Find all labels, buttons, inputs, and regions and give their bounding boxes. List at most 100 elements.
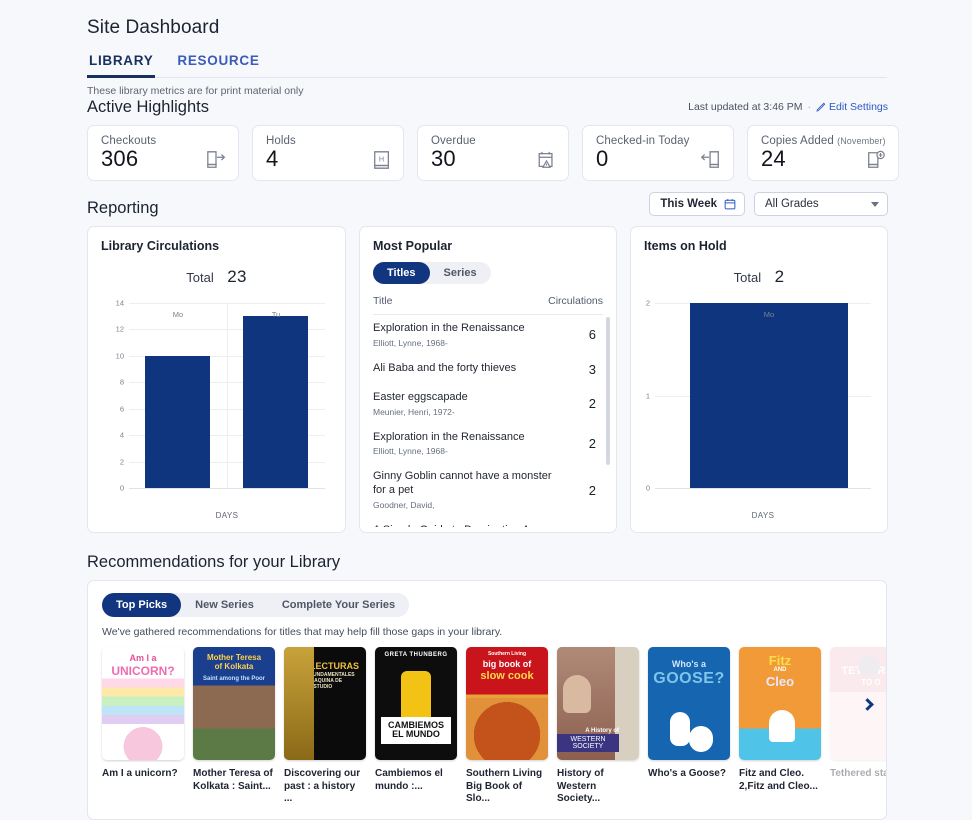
book-cover: Southern Living big book of slow cook xyxy=(466,647,548,760)
pencil-icon xyxy=(816,102,826,112)
recommendations-subtitle: We've gathered recommendations for title… xyxy=(102,626,503,638)
list-item-title: Exploration in the Renaissance xyxy=(373,322,525,335)
edit-settings-button[interactable]: Edit Settings xyxy=(816,101,888,113)
separator-dot: · xyxy=(807,101,812,113)
book-checkout-icon xyxy=(205,150,227,170)
list-item[interactable]: Easter eggscapade Meunier, Henri, 1972- … xyxy=(373,384,610,424)
book-card[interactable]: Southern Living big book of slow cook So… xyxy=(466,647,548,806)
book-title: Mother Teresa of Kolkata : Saint... xyxy=(193,768,273,792)
bar-tu xyxy=(243,316,308,488)
list-item-title: Exploration in the Renaissance xyxy=(373,430,525,443)
list-item-author: Meunier, Henri, 1972- xyxy=(373,406,455,417)
book-card[interactable]: LECTURAS FUNDAMENTALES MAQUINA DE ESTUDIO… xyxy=(284,647,366,806)
column-header-circulations: Circulations xyxy=(548,295,603,308)
stat-card-checked-in-today[interactable]: Checked-in Today 0 xyxy=(582,125,734,181)
book-title: Southern Living Big Book of Slo... xyxy=(466,768,543,804)
column-header-title: Title xyxy=(373,295,393,308)
list-item[interactable]: Ginny Goblin cannot have a monster for a… xyxy=(373,463,610,517)
stat-card-holds[interactable]: Holds 4 H xyxy=(252,125,404,181)
metrics-note: These library metrics are for print mate… xyxy=(87,85,304,97)
last-updated-text: Last updated at 3:46 PM xyxy=(688,101,803,113)
list-item-circulations: 2 xyxy=(588,482,596,498)
last-updated-row: Last updated at 3:46 PM · Edit Settings xyxy=(688,101,888,113)
circulations-total-value: 23 xyxy=(227,267,247,286)
bar-mo-hold xyxy=(690,303,848,488)
tab-library[interactable]: LIBRARY xyxy=(87,51,156,78)
card-title-most-popular: Most Popular xyxy=(373,239,453,253)
list-item[interactable]: Ali Baba and the forty thieves 3 xyxy=(373,355,610,384)
most-popular-tabs: Titles Series xyxy=(373,262,491,285)
book-title: Cambiemos el mundo :... xyxy=(375,768,443,792)
holds-total: Total 2 xyxy=(631,267,887,287)
xtick-tu: Tu xyxy=(271,310,281,319)
xtick-mo-hold: Mo xyxy=(763,310,775,319)
holds-total-value: 2 xyxy=(774,267,785,286)
chevron-down-icon xyxy=(871,201,879,207)
book-card[interactable]: Mother Teresa of Kolkata Saint among the … xyxy=(193,647,275,806)
most-popular-list[interactable]: Exploration in the Renaissance Elliott, … xyxy=(373,315,610,527)
grade-filter-select[interactable]: All Grades xyxy=(754,192,888,216)
book-add-icon xyxy=(865,150,887,170)
book-title: Tethered stars xyxy=(830,768,886,779)
list-item-author: Elliott, Lynne, 1968- xyxy=(373,337,448,348)
tab-complete-your-series[interactable]: Complete Your Series xyxy=(268,593,409,617)
list-item[interactable]: Exploration in the Renaissance Elliott, … xyxy=(373,424,610,464)
stat-card-copies-added[interactable]: Copies Added (November) 24 xyxy=(747,125,899,181)
book-card[interactable]: GRETA THUNBERG CAMBIEMOS EL MUNDO Cambiem… xyxy=(375,647,457,806)
list-item-circulations: 2 xyxy=(588,396,596,412)
list-item-title: Ginny Goblin cannot have a monster for a… xyxy=(373,470,552,497)
list-item[interactable]: A Simple Guide to Dominating Angry Birds… xyxy=(373,517,610,527)
list-item-author: Elliott, Lynne, 1968- xyxy=(373,446,448,457)
tab-new-series[interactable]: New Series xyxy=(181,593,268,617)
list-item-title: Easter eggscapade xyxy=(373,390,468,403)
card-title-library-circulations: Library Circulations xyxy=(101,239,220,253)
period-filter-button[interactable]: This Week xyxy=(649,192,745,216)
tab-resource[interactable]: RESOURCE xyxy=(175,51,261,78)
book-card[interactable]: A History of WESTERN SOCIETY History of … xyxy=(557,647,639,806)
list-scrollbar[interactable] xyxy=(606,317,610,466)
book-checkin-icon xyxy=(700,150,722,170)
bar-mo xyxy=(145,355,210,488)
recommendations-card: Top Picks New Series Complete Your Serie… xyxy=(87,580,887,820)
stat-card-checkouts[interactable]: Checkouts 306 xyxy=(87,125,239,181)
carousel-next-button[interactable] xyxy=(854,691,880,717)
book-title: History of Western Society... xyxy=(557,768,604,804)
calendar-icon xyxy=(724,199,736,210)
book-cover: Am I a UNICORN? xyxy=(102,647,184,760)
book-card[interactable]: Who's a GOOSE? Who's a Goose? xyxy=(648,647,730,806)
xaxis-label-circulations: DAYS xyxy=(215,511,239,520)
list-item-circulations: 6 xyxy=(588,327,596,343)
list-item-author: Goodner, David, xyxy=(373,499,435,510)
list-item-circulations: 3 xyxy=(588,361,596,377)
circulations-total-label: Total xyxy=(186,270,214,285)
edit-settings-label: Edit Settings xyxy=(829,101,888,113)
stat-card-overdue[interactable]: Overdue 30 xyxy=(417,125,569,181)
list-item-title: Ali Baba and the forty thieves xyxy=(373,362,517,375)
book-title: Fitz and Cleo. 2,Fitz and Cleo... xyxy=(739,768,818,792)
tab-titles[interactable]: Titles xyxy=(373,262,430,285)
book-card[interactable]: Fitz AND Cleo Fitz and Cleo. 2,Fitz and … xyxy=(739,647,821,806)
main-tabbar: LIBRARY RESOURCE xyxy=(87,51,887,78)
book-title: Who's a Goose? xyxy=(648,768,726,779)
list-item[interactable]: Exploration in the Renaissance Elliott, … xyxy=(373,315,610,355)
most-popular-column-headers: Title Circulations xyxy=(373,295,603,316)
book-cover: Who's a GOOSE? xyxy=(648,647,730,760)
chevron-right-icon xyxy=(860,697,874,711)
highlight-cards: Checkouts 306 Holds 4 H Overdue 30 Check… xyxy=(87,125,972,181)
period-filter-label: This Week xyxy=(660,198,717,210)
tab-series[interactable]: Series xyxy=(430,262,491,284)
xtick-mo: Mo xyxy=(172,310,184,319)
book-hold-icon: H xyxy=(372,150,392,170)
recommendations-tabs: Top Picks New Series Complete Your Serie… xyxy=(102,593,410,617)
list-item-title: A Simple Guide to Dominating Angry Birds xyxy=(373,524,558,527)
book-cover: Mother Teresa of Kolkata Saint among the … xyxy=(193,647,275,760)
xaxis-label-holds: DAYS xyxy=(751,511,775,520)
svg-text:H: H xyxy=(379,154,384,163)
holds-total-label: Total xyxy=(733,270,762,285)
tab-top-picks[interactable]: Top Picks xyxy=(102,593,182,617)
book-card[interactable]: TETHERED TO O Tethered stars xyxy=(830,647,886,806)
calendar-warning-icon xyxy=(536,150,557,170)
book-card[interactable]: Am I a UNICORN? Am I a unicorn? xyxy=(102,647,184,806)
book-cover: GRETA THUNBERG CAMBIEMOS EL MUNDO xyxy=(375,647,457,760)
recommendations-heading: Recommendations for your Library xyxy=(87,553,341,571)
